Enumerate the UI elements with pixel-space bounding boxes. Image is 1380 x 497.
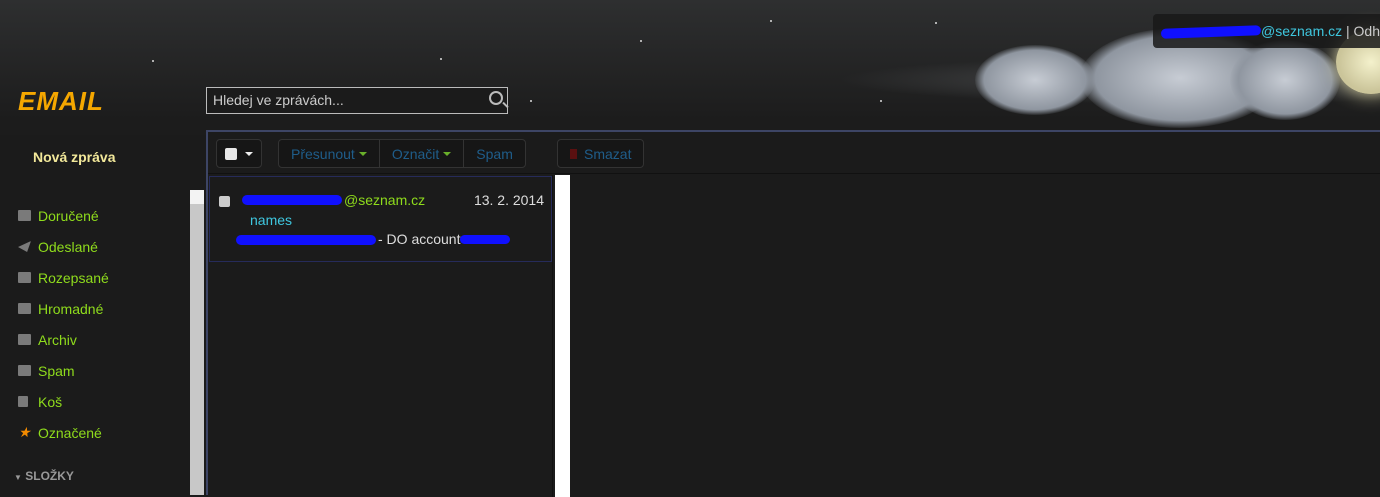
separator: | bbox=[1346, 23, 1350, 39]
delete-button[interactable]: Smazat bbox=[557, 139, 645, 168]
chevron-down-icon bbox=[245, 151, 253, 160]
search-placeholder: Hledej ve zprávách... bbox=[213, 92, 344, 108]
edit-icon bbox=[18, 272, 31, 283]
star-decoration bbox=[440, 58, 442, 60]
sidebar-item-bulk[interactable]: Hromadné bbox=[18, 293, 109, 324]
sidebar-item-spam[interactable]: Spam bbox=[18, 355, 109, 386]
cloud-decoration bbox=[1230, 40, 1340, 120]
sidebar-item-label: Spam bbox=[38, 362, 75, 379]
move-button[interactable]: Přesunout bbox=[279, 140, 380, 167]
message-subject: - DO account bbox=[378, 231, 461, 247]
folders-toggle[interactable]: ▼ SLOŽKY bbox=[14, 469, 74, 483]
redacted-mark bbox=[236, 235, 376, 245]
star-decoration bbox=[640, 40, 642, 42]
message-sender: @seznam.cz bbox=[344, 192, 426, 208]
trash-icon bbox=[570, 148, 577, 159]
mark-button[interactable]: Označit bbox=[380, 140, 465, 167]
search-icon[interactable] bbox=[489, 91, 503, 105]
select-all-checkbox[interactable] bbox=[225, 147, 237, 160]
sidebar-item-sent[interactable]: Odeslané bbox=[18, 231, 109, 262]
star-decoration bbox=[770, 20, 772, 22]
message-row[interactable]: @seznam.cz 13. 2. 2014 names - DO accoun… bbox=[209, 176, 552, 262]
search-input[interactable]: Hledej ve zprávách... bbox=[206, 87, 508, 114]
message-tag[interactable]: names bbox=[250, 212, 292, 228]
paper-plane-icon bbox=[18, 241, 31, 252]
sidebar-item-label: Archiv bbox=[38, 331, 77, 348]
star-decoration bbox=[530, 100, 532, 102]
spam-button[interactable]: Spam bbox=[464, 140, 525, 167]
sidebar-item-label: Rozepsané bbox=[38, 269, 109, 286]
message-date: 13. 2. 2014 bbox=[473, 192, 544, 208]
cloud-decoration bbox=[975, 45, 1095, 115]
folder-nav: Doručené Odeslané Rozepsané Hromadné Arc… bbox=[18, 200, 109, 448]
message-list-scrollbar[interactable] bbox=[555, 175, 570, 497]
logout-link[interactable]: Odh bbox=[1354, 23, 1380, 39]
sidebar-item-label: Označené bbox=[38, 424, 102, 441]
sidebar-item-flagged[interactable]: ★ Označené bbox=[18, 417, 109, 448]
toolbar: Přesunout Označit Spam Smazat bbox=[208, 132, 1380, 174]
star-decoration bbox=[152, 60, 154, 62]
star-decoration bbox=[935, 22, 937, 24]
sidebar-item-archive[interactable]: Archiv bbox=[18, 324, 109, 355]
sidebar-item-label: Odeslané bbox=[38, 238, 98, 255]
select-all-dropdown[interactable] bbox=[216, 139, 262, 168]
main-panel: Přesunout Označit Spam Smazat @seznam.cz… bbox=[206, 130, 1380, 497]
email-logo[interactable]: EMAIL bbox=[18, 86, 104, 117]
envelope-icon bbox=[18, 210, 31, 221]
new-message-button[interactable]: Nová zpráva bbox=[33, 149, 115, 165]
action-group: Přesunout Označit Spam bbox=[278, 139, 526, 168]
sidebar-item-inbox[interactable]: Doručené bbox=[18, 200, 109, 231]
move-label: Přesunout bbox=[291, 145, 355, 162]
sidebar-item-trash[interactable]: Koš bbox=[18, 386, 109, 417]
sidebar-item-drafts[interactable]: Rozepsané bbox=[18, 262, 109, 293]
user-email[interactable]: @seznam.cz bbox=[1261, 23, 1342, 39]
redacted-mark bbox=[242, 195, 342, 205]
spam-folder-icon bbox=[18, 365, 31, 376]
sidebar-scrollbar[interactable] bbox=[190, 190, 204, 495]
delete-label: Smazat bbox=[584, 145, 632, 162]
chevron-down-icon bbox=[358, 151, 367, 160]
message-list: @seznam.cz 13. 2. 2014 names - DO accoun… bbox=[208, 175, 553, 497]
star-decoration bbox=[880, 100, 882, 102]
folder-icon bbox=[18, 303, 31, 314]
sidebar-item-label: Koš bbox=[38, 393, 63, 410]
folders-label: SLOŽKY bbox=[25, 469, 74, 483]
redacted-mark bbox=[460, 235, 510, 244]
star-icon: ★ bbox=[18, 424, 31, 440]
sidebar-item-label: Hromadné bbox=[38, 300, 104, 317]
archive-icon bbox=[18, 334, 31, 345]
redacted-mark bbox=[1160, 25, 1262, 40]
mark-label: Označit bbox=[391, 145, 440, 162]
chevron-down-icon bbox=[443, 151, 452, 160]
trash-icon bbox=[18, 396, 28, 407]
sidebar-item-label: Doručené bbox=[38, 207, 99, 224]
user-box: @seznam.cz | Odh bbox=[1153, 14, 1380, 48]
message-checkbox[interactable] bbox=[219, 196, 230, 207]
